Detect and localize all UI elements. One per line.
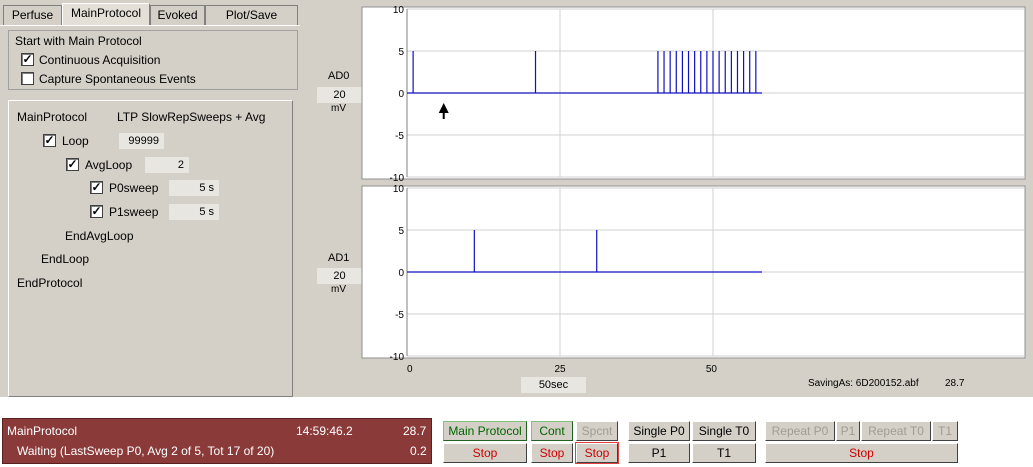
avgloop-label: AvgLoop [85, 158, 133, 172]
y-tick-label: 10 [393, 184, 405, 195]
continuous-acquisition-checkbox[interactable]: ✓ [21, 53, 34, 66]
avgloop-count-field[interactable]: 2 [145, 157, 189, 173]
p0sweep-label: P0sweep [109, 181, 159, 195]
single-p0-button[interactable]: Single P0 [628, 421, 690, 441]
tab-divider [0, 25, 300, 26]
x-scale-field[interactable]: 50sec [521, 377, 586, 393]
y-tick-label: 0 [398, 89, 404, 100]
start-group-title: Start with Main Protocol [15, 34, 142, 48]
y-tick-label: 5 [398, 226, 404, 237]
main-protocol-button[interactable]: Main Protocol [443, 421, 527, 441]
tab-main-protocol[interactable]: MainProtocol [62, 3, 150, 26]
traces-svg: 1050-5-101050-5-100 25 50 [361, 5, 1026, 375]
status-panel: MainProtocol 14:59:46.2 28.7 Waiting (La… [2, 418, 432, 464]
p0sweep-duration-field[interactable]: 5 s [169, 180, 219, 196]
loop-count-field[interactable]: 99999 [119, 133, 164, 149]
status-time: 14:59:46.2 [296, 424, 353, 438]
x-tick-label: 50 [706, 364, 718, 375]
end-protocol: EndProtocol [17, 276, 83, 290]
capture-spontaneous-checkbox[interactable] [21, 72, 34, 85]
protocol-name: MainProtocol [17, 110, 88, 124]
capture-spontaneous-label: Capture Spontaneous Events [39, 72, 196, 86]
y-tick-label: -10 [390, 173, 405, 184]
cont-button[interactable]: Cont [531, 421, 573, 441]
repeat-t1-button[interactable]: T1 [932, 421, 958, 441]
start-group: Start with Main Protocol ✓ Continuous Ac… [8, 30, 298, 90]
p1sweep-checkbox[interactable]: ✓ [90, 205, 103, 218]
end-avgloop: EndAvgLoop [65, 229, 134, 243]
y-tick-label: 0 [398, 268, 404, 279]
y-tick-label: 5 [398, 47, 404, 58]
repeat-p0-button[interactable]: Repeat P0 [765, 421, 835, 441]
repeat-t0-button[interactable]: Repeat T0 [861, 421, 931, 441]
tab-perfuse[interactable]: Perfuse [3, 5, 62, 26]
continuous-acquisition-label: Continuous Acquisition [39, 53, 161, 67]
single-t0-button[interactable]: Single T0 [692, 421, 756, 441]
x-tick-label: 0 [407, 364, 413, 375]
x-tick-label: 25 [554, 364, 566, 375]
y-tick-label: 10 [393, 5, 405, 16]
p1-button[interactable]: P1 [628, 443, 690, 463]
stop-repeat-button[interactable]: Stop [765, 443, 958, 463]
y-tick-label: -5 [395, 310, 404, 321]
status-value1: 28.7 [403, 424, 427, 438]
loop-label: Loop [62, 134, 89, 148]
tab-evoked[interactable]: Evoked [150, 5, 205, 26]
repeat-p1-button[interactable]: P1 [836, 421, 860, 441]
status-value2: 0.2 [410, 444, 427, 458]
tab-plot-save[interactable]: Plot/Save [205, 5, 298, 26]
stop-main-protocol-button[interactable]: Stop [443, 443, 527, 463]
avgloop-checkbox[interactable]: ✓ [66, 158, 79, 171]
stop-spcnt-button[interactable]: Stop [575, 442, 619, 464]
y-tick-label: -10 [390, 352, 405, 363]
spcnt-button[interactable]: Spcnt [576, 421, 618, 441]
p0sweep-checkbox[interactable]: ✓ [90, 181, 103, 194]
status-protocol: MainProtocol [7, 424, 78, 438]
stop-cont-button[interactable]: Stop [531, 443, 573, 463]
saving-as-label: SavingAs: 6D200152.abf [808, 378, 919, 389]
p1sweep-duration-field[interactable]: 5 s [169, 204, 219, 220]
p1sweep-label: P1sweep [109, 205, 159, 219]
end-loop: EndLoop [41, 252, 90, 266]
protocol-tree: MainProtocol LTP SlowRepSweeps + Avg ✓ L… [8, 100, 293, 397]
loop-checkbox[interactable]: ✓ [43, 134, 56, 147]
status-message: Waiting (LastSweep P0, Avg 2 of 5, Tot 1… [17, 444, 275, 458]
protocol-description: LTP SlowRepSweeps + Avg [117, 110, 266, 124]
protocol-panel: Perfuse MainProtocol Evoked Plot/Save St… [0, 0, 305, 397]
y-tick-label: -5 [395, 131, 404, 142]
saving-value: 28.7 [945, 378, 965, 389]
t1-button[interactable]: T1 [692, 443, 756, 463]
plot-area: AD0 20 mV AD1 20 mV 10 5 0 -5 -10 10 5 0 -5 -10 0 2… [305, 0, 1033, 397]
